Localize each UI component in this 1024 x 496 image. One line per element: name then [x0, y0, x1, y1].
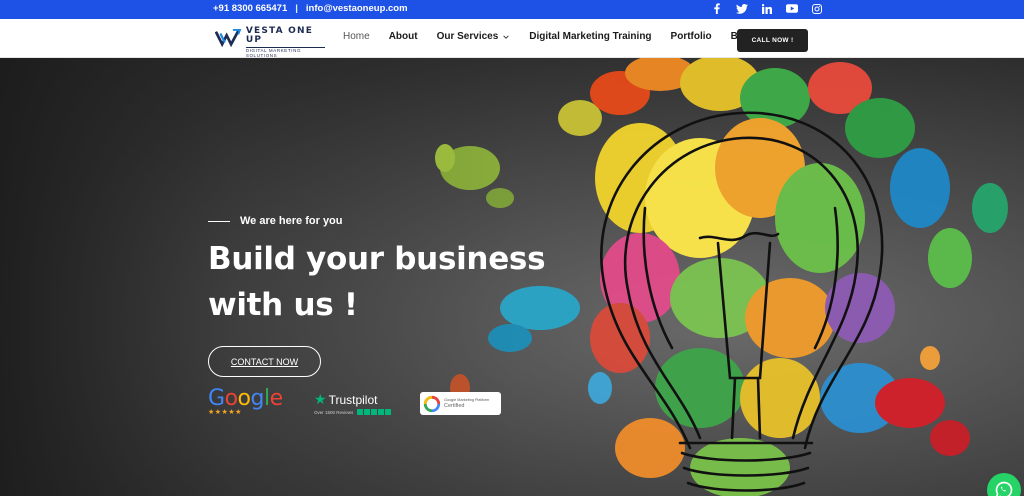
contact-now-button[interactable]: CONTACT NOW — [208, 346, 321, 377]
phone-link[interactable]: +91 8300 665471 — [213, 3, 287, 14]
twitter-icon[interactable] — [735, 2, 748, 15]
eyebrow-text: We are here for you — [240, 215, 343, 227]
google-reviews-badge: Google ★★★★★ — [208, 386, 283, 417]
logo-title: VESTA ONE UP — [245, 26, 314, 45]
eyebrow-line — [208, 220, 230, 222]
trustpilot-title: Trustpilot — [328, 392, 378, 407]
nav-digital-marketing-training[interactable]: Digital Marketing Training — [529, 31, 651, 42]
main-nav: VESTA ONE UP DIGITAL MARKETING SOLUTIONS… — [0, 19, 1024, 58]
nav-about[interactable]: About — [389, 31, 418, 42]
trust-badges: Google ★★★★★ ★ Trustpilot Over 1500 Revi… — [208, 388, 508, 418]
linkedin-icon[interactable] — [760, 2, 773, 15]
trustpilot-star-icon: ★ — [314, 391, 327, 407]
facebook-icon[interactable] — [710, 2, 723, 15]
nav-menu: Home About Our Services Digital Marketin… — [343, 31, 772, 42]
top-bar: +91 8300 665471 | info@vestaoneup.com — [0, 0, 1024, 19]
gmp-title: Google Marketing Platform — [444, 398, 490, 403]
hero-section: We are here for you Build your business … — [0, 58, 1024, 496]
gmp-certified: Certified — [444, 402, 465, 409]
chevron-down-icon — [503, 34, 510, 39]
site-logo[interactable]: VESTA ONE UP DIGITAL MARKETING SOLUTIONS — [215, 26, 325, 57]
instagram-icon[interactable] — [810, 2, 823, 15]
headline-line-1: Build your business — [208, 241, 546, 277]
social-links — [710, 2, 823, 15]
google-marketing-platform-icon — [423, 395, 441, 412]
hero-headline: Build your business with us ! — [208, 236, 548, 328]
email-link[interactable]: info@vestaoneup.com — [306, 3, 408, 14]
nav-portfolio[interactable]: Portfolio — [671, 31, 712, 42]
google-marketing-platform-badge: Google Marketing Platform Certified — [420, 392, 501, 415]
call-now-button[interactable]: CALL NOW ! — [737, 29, 808, 52]
nav-our-services[interactable]: Our Services — [437, 31, 511, 42]
logo-mark-icon — [215, 29, 242, 48]
google-wordmark: Google — [208, 386, 283, 411]
separator: | — [295, 3, 298, 14]
nav-home[interactable]: Home — [343, 31, 370, 42]
youtube-icon[interactable] — [785, 2, 798, 15]
trustpilot-subtitle: Over 1500 Reviews — [314, 409, 354, 415]
hero-eyebrow: We are here for you — [208, 215, 343, 227]
top-contact: +91 8300 665471 | info@vestaoneup.com — [213, 3, 408, 14]
trustpilot-badge: ★ Trustpilot Over 1500 Reviews — [314, 391, 392, 415]
trustpilot-stars — [357, 409, 392, 415]
headline-line-2: with us ! — [208, 287, 358, 323]
nav-our-services-label: Our Services — [436, 31, 499, 42]
logo-subtitle: DIGITAL MARKETING SOLUTIONS — [245, 47, 325, 58]
